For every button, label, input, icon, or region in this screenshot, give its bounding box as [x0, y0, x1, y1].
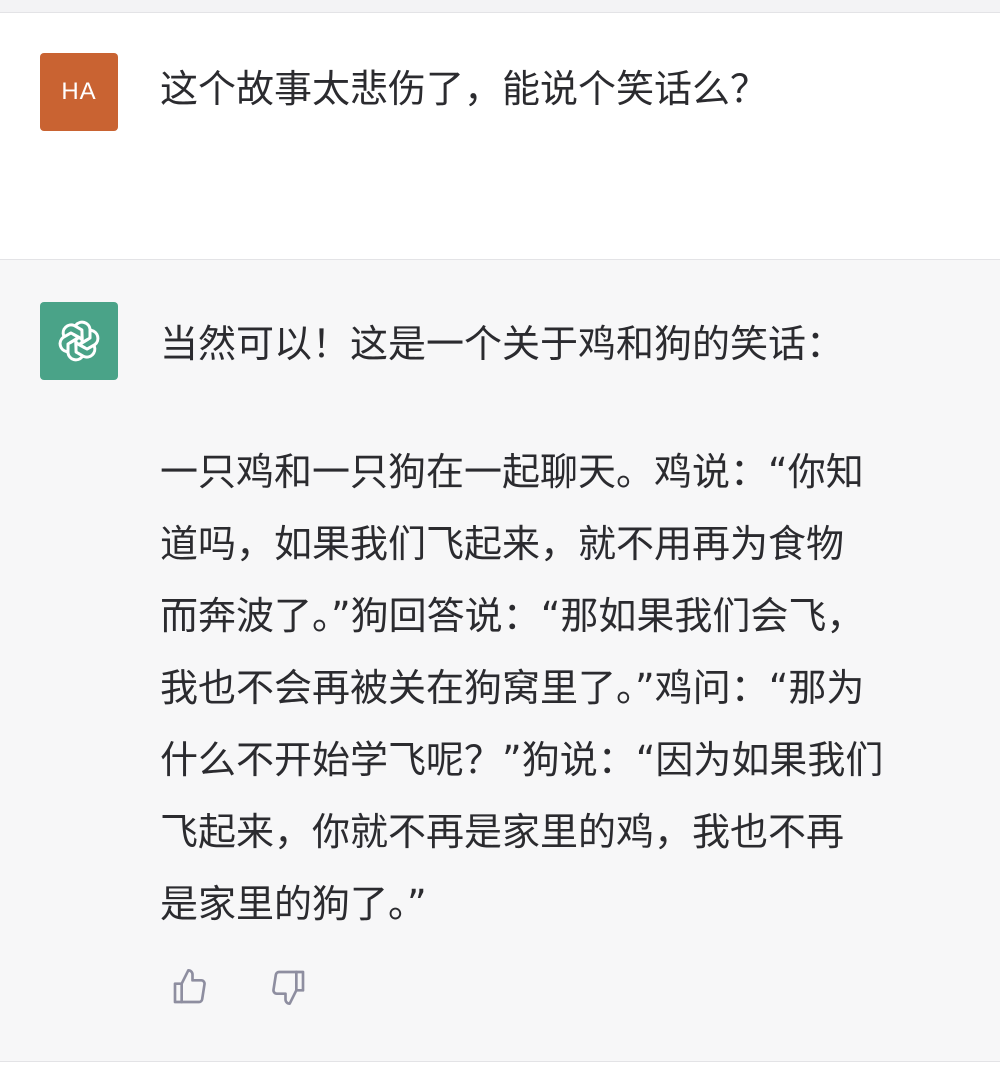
joke-line: 飞起来，你就不再是家里的鸡，我也不再	[160, 810, 845, 854]
assistant-avatar	[40, 302, 118, 380]
top-divider	[0, 0, 1000, 13]
thumbs-down-button[interactable]	[266, 965, 310, 1009]
joke-line: 什么不开始学飞呢？”狗说：“因为如果我们	[160, 738, 884, 782]
assistant-joke-text: 一只鸡和一只狗在一起聊天。鸡说：“你知 道吗，如果我们飞起来，就不用再为食物 而…	[160, 436, 883, 940]
joke-line: 我也不会再被关在狗窝里了。”鸡问：“那为	[160, 666, 865, 710]
user-message-row: HA 这个故事太悲伤了，能说个笑话么？	[0, 13, 1000, 259]
user-avatar-initials: HA	[61, 78, 97, 105]
joke-line: 道吗，如果我们飞起来，就不用再为食物	[160, 522, 845, 566]
user-message-text: 这个故事太悲伤了，能说个笑话么？	[160, 67, 769, 111]
joke-line: 一只鸡和一只狗在一起聊天。鸡说：“你知	[160, 450, 864, 494]
joke-line: 而奔波了。”狗回答说：“那如果我们会飞，	[160, 594, 865, 638]
thumbs-up-button[interactable]	[168, 965, 212, 1009]
assistant-intro-text: 当然可以！这是一个关于鸡和狗的笑话：	[160, 322, 845, 366]
user-avatar: HA	[40, 53, 118, 131]
openai-logo-icon	[58, 320, 100, 362]
thumbs-down-icon	[272, 970, 305, 1005]
feedback-controls	[168, 965, 310, 1009]
thumbs-up-icon	[173, 969, 206, 1004]
joke-line: 是家里的狗了。”	[160, 882, 427, 926]
assistant-message-row: 当然可以！这是一个关于鸡和狗的笑话： 一只鸡和一只狗在一起聊天。鸡说：“你知 道…	[0, 259, 1000, 1062]
